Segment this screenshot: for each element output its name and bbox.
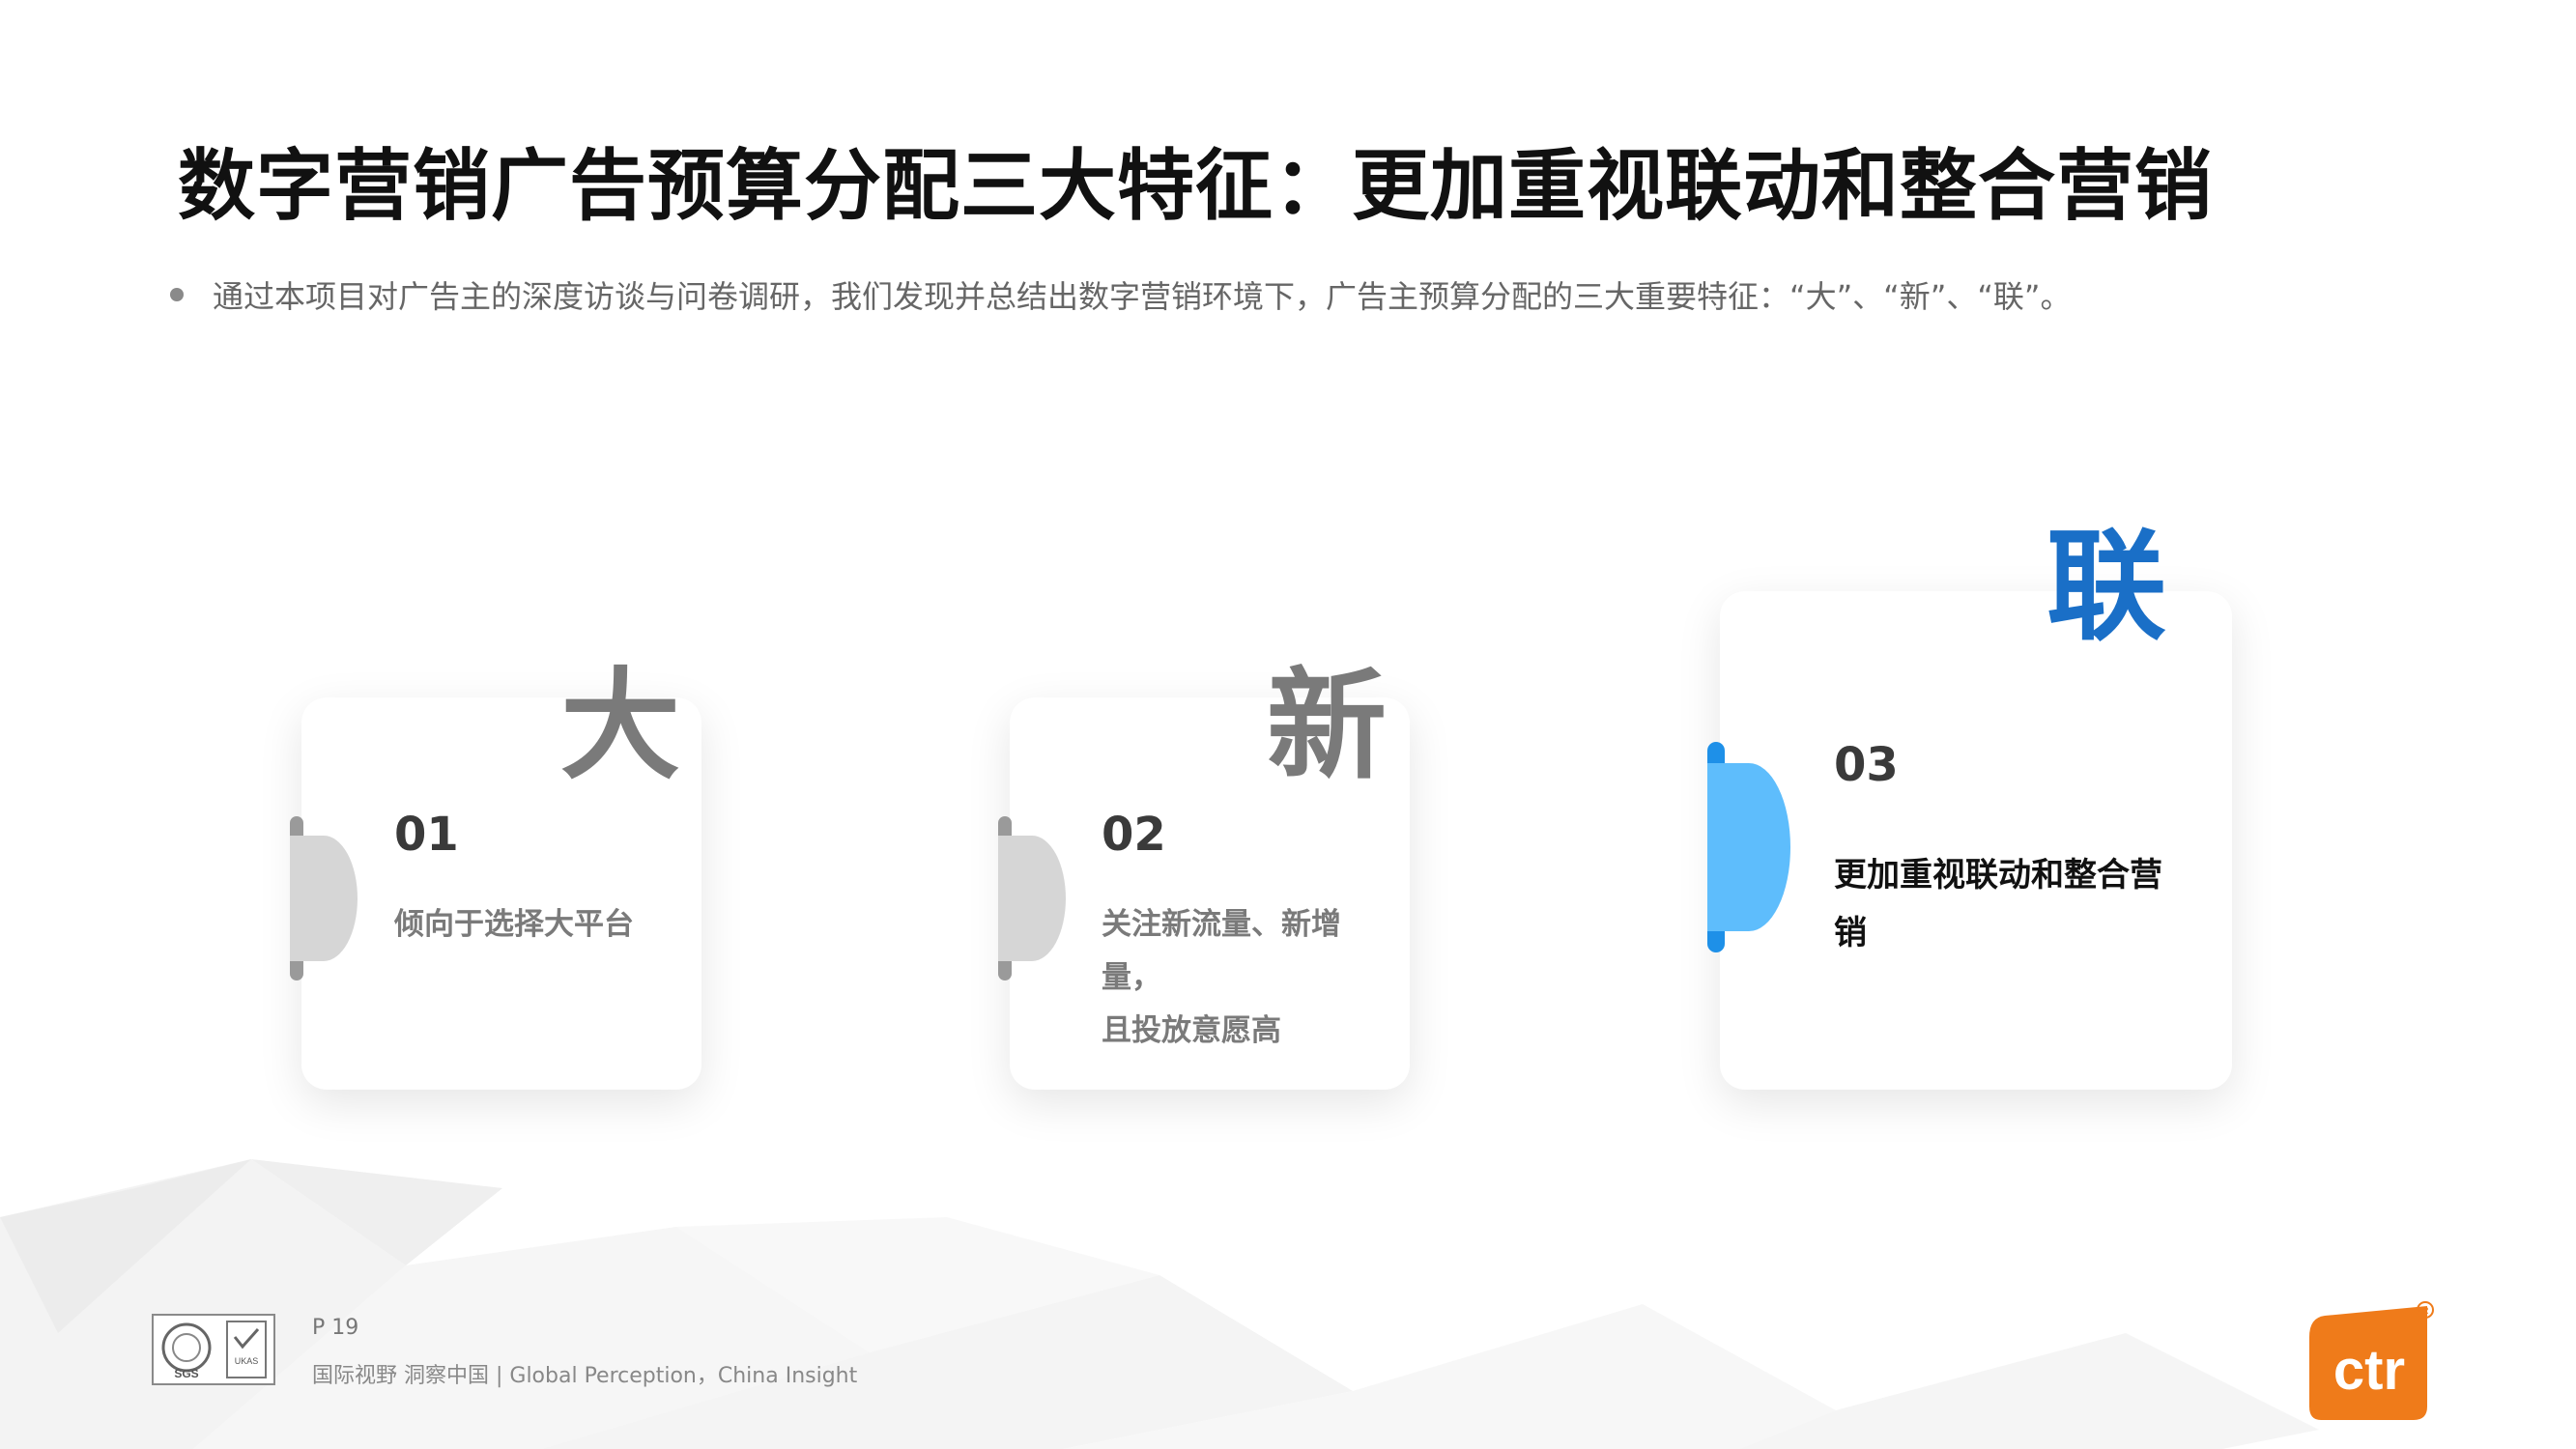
intro-text: 通过本项目对广告主的深度访谈与问卷调研，我们发现并总结出数字营销环境下，广告主预… [213,278,2072,315]
feature-char-1: 大 [560,657,681,796]
page-number: P 19 [312,1316,359,1340]
feature-number-2: 02 [1102,808,1166,862]
semicircle-icon-2 [998,816,1066,980]
intro-bullet: 通过本项目对广告主的深度访谈与问卷调研，我们发现并总结出数字营销环境下，广告主预… [170,272,2071,317]
feature-desc-2-line-2: 量， [1102,960,1161,995]
bullet-dot-icon [170,288,184,301]
feature-char-2: 新 [1267,657,1388,796]
semicircle-icon-3 [1707,742,1790,952]
svg-text:ctr: ctr [2333,1339,2405,1402]
feature-desc-1: 倾向于选择大平台 [394,907,634,942]
svg-text:R: R [2421,1306,2428,1317]
feature-desc-3: 更加重视联动和整合营销 [1834,856,2162,952]
svg-text:SGS: SGS [174,1367,198,1380]
feature-number-1: 01 [394,808,459,862]
semicircle-icon-1 [290,816,358,980]
svg-text:UKAS: UKAS [235,1356,259,1366]
feature-desc-2-line-1: 关注新流量、新增 [1102,907,1341,942]
feature-char-3: 联 [2046,518,2167,657]
feature-card-3 [1720,591,2232,1090]
footer-tagline: 国际视野 洞察中国 | Global Perception，China Insi… [312,1364,858,1388]
certification-logo: SGS UKAS [152,1314,275,1385]
feature-desc-2: 关注新流量、新增 量， 且投放意愿高 [1102,898,1358,1058]
feature-desc-2-line-3: 且投放意愿高 [1102,1013,1281,1048]
slide-title: 数字营销广告预算分配三大特征：更加重视联动和整合营销 [178,141,2213,231]
feature-number-3: 03 [1834,738,1899,792]
ctr-brand-logo: ctr R [2302,1298,2437,1424]
